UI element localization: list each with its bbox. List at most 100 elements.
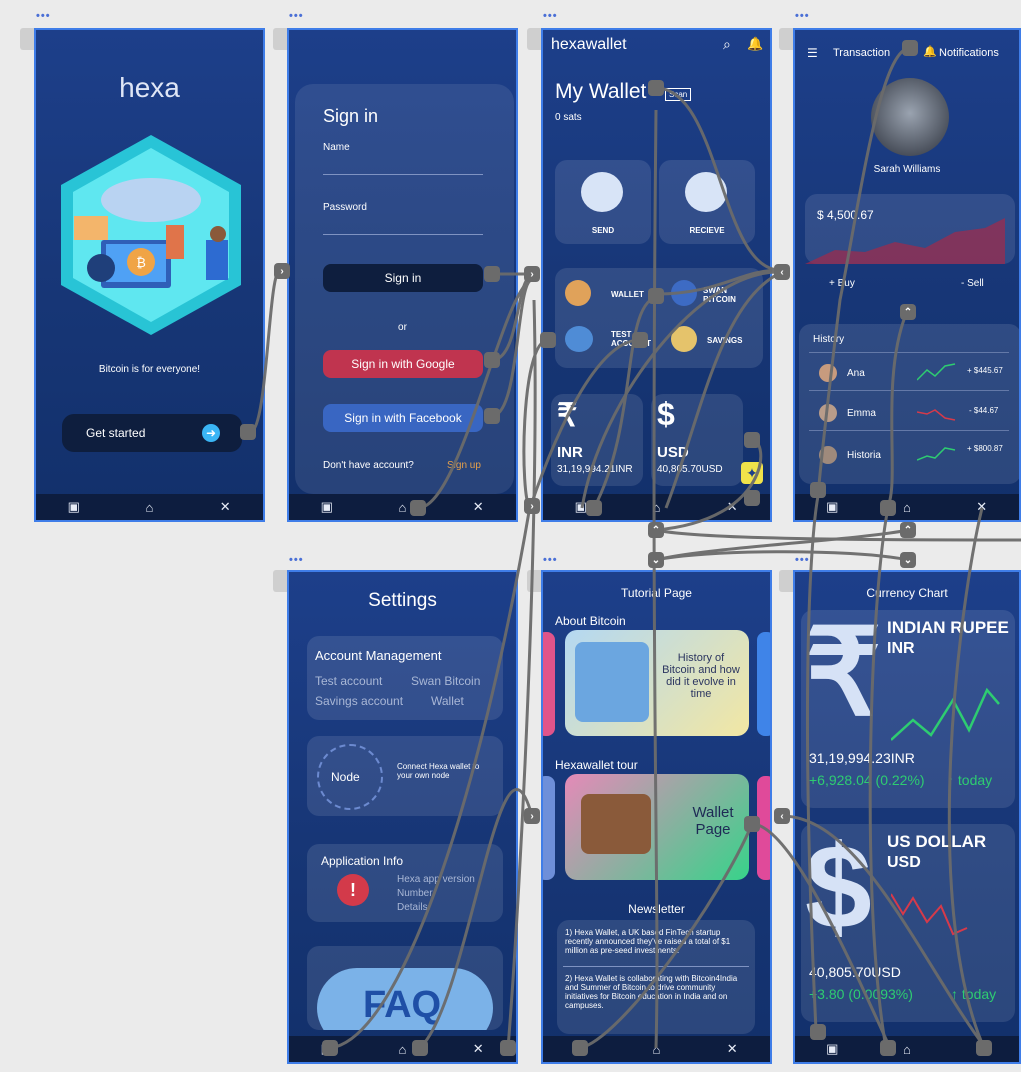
connector-node[interactable] [880,500,896,516]
inr-chart-card[interactable]: ₹ INDIAN RUPEE INR 31,19,994.23INR +6,92… [801,606,1015,808]
tools-icon[interactable]: ✕ [217,499,233,514]
name-input[interactable] [323,174,483,175]
connector-node[interactable] [632,332,648,348]
home-icon[interactable]: ⌂ [394,500,410,515]
menu-swan-bitcoin[interactable]: SWAN BITCOIN [703,286,751,304]
connector-chevron-down-icon[interactable]: ⌄ [648,552,664,568]
wallet-icon[interactable]: ▣ [824,1041,840,1056]
home-icon[interactable]: ⌂ [648,1042,664,1057]
menu-wallet[interactable]: WALLET [611,290,644,299]
frame-handle[interactable]: ••• [795,10,810,22]
connector-arrow-left-icon[interactable]: ‹ [774,808,790,824]
history-title: History [813,334,845,345]
notifications-tab[interactable]: Notifications [939,47,999,59]
connector-arrow-right-icon[interactable]: › [524,808,540,824]
sell-button[interactable]: - Sell [961,278,984,289]
connector-chevron-up-icon[interactable]: ⌃ [900,304,916,320]
swan-bitcoin-link[interactable]: Swan Bitcoin [411,674,480,688]
connector-node[interactable] [484,352,500,368]
connector-node[interactable] [744,816,760,832]
connector-arrow-right-icon[interactable]: › [274,263,290,279]
frame-handle[interactable]: ••• [795,554,810,566]
tools-icon[interactable]: ✕ [974,499,990,514]
signin-button[interactable]: Sign in [323,264,483,292]
wallet-menu-card: WALLET SWAN BITCOIN TEST ACCOUNT SAVINGS [555,268,763,368]
connector-chevron-down-icon[interactable]: ⌄ [900,552,916,568]
menu-savings[interactable]: SAVINGS [707,336,742,345]
frame-handle[interactable]: ••• [289,10,304,22]
test-account-link[interactable]: Test account [315,674,382,688]
home-icon[interactable]: ⌂ [394,1042,410,1057]
tools-icon[interactable]: ✕ [470,1041,486,1056]
wallet-tour-card[interactable]: Wallet Page [565,774,749,880]
savings-account-link[interactable]: Savings account [315,694,403,708]
password-label: Password [323,202,367,213]
connector-arrow-right-icon[interactable]: › [524,266,540,282]
frame-handle[interactable]: ••• [289,554,304,566]
connector-node[interactable] [810,482,826,498]
facebook-signin-button[interactable]: Sign in with Facebook [323,404,483,432]
connector-chevron-up-icon[interactable]: ⌃ [900,522,916,538]
connector-node[interactable] [586,500,602,516]
connector-node[interactable] [322,1040,338,1056]
google-signin-button[interactable]: Sign in with Google [323,350,483,378]
transactions-tab[interactable]: Transaction [833,47,890,59]
usd-chart-card[interactable]: $ US DOLLAR USD 40,805.70USD +3.80 (0.00… [801,820,1015,1022]
frame-handle[interactable]: ••• [543,554,558,566]
faq-card[interactable]: FAQ [307,946,503,1030]
connector-node[interactable] [744,432,760,448]
bell-icon[interactable]: 🔔 [747,36,763,52]
connector-node[interactable] [648,288,664,304]
connector-node[interactable] [410,500,426,516]
connector-node[interactable] [412,1040,428,1056]
home-icon[interactable]: ⌂ [141,500,157,515]
connector-node[interactable] [500,1040,516,1056]
home-icon[interactable]: ⌂ [648,500,664,515]
signup-link[interactable]: Sign up [447,460,481,471]
currency-card-usd[interactable]: $ USD 40,805.70USD [651,394,743,486]
savings-icon [671,326,697,352]
bottom-nav: ▣ ⌂ ✕ [36,494,263,520]
bell-icon[interactable]: 🔔 [923,45,937,58]
send-card[interactable]: SEND [555,160,651,244]
tools-icon[interactable]: ✕ [724,499,740,514]
connector-chevron-up-icon[interactable]: ⌃ [648,522,664,538]
get-started-button[interactable]: Get started ➜ [62,414,242,452]
connector-arrow-left-icon[interactable]: ‹ [774,264,790,280]
connector-node[interactable] [484,266,500,282]
wallet-icon[interactable]: ▣ [319,499,335,514]
connector-node[interactable] [540,332,556,348]
connector-node[interactable] [648,80,664,96]
home-icon[interactable]: ⌂ [899,1042,915,1057]
currency-card-inr[interactable]: ₹ INR 31,19,994.21INR [551,394,643,486]
search-icon[interactable]: ⌕ [723,36,731,53]
connector-node[interactable] [810,1024,826,1040]
connector-node[interactable] [240,424,256,440]
password-input[interactable] [323,234,483,235]
scan-button[interactable]: Scan [665,88,692,101]
tour-title: Hexawallet tour [555,758,638,772]
wire [655,550,909,562]
tools-icon[interactable]: ✕ [470,499,486,514]
wallet-icon[interactable]: ▣ [66,499,82,514]
connector-node[interactable] [484,408,500,424]
connector-node[interactable] [880,1040,896,1056]
tools-icon[interactable]: ✕ [724,1041,740,1056]
connector-arrow-right-icon[interactable]: › [524,498,540,514]
connector-node[interactable] [902,40,918,56]
wallet-link[interactable]: Wallet [431,694,464,708]
frame-handle[interactable]: ••• [36,10,51,22]
about-bitcoin-card[interactable]: History of Bitcoin and how did it evolve… [565,630,749,736]
buy-button[interactable]: + Buy [829,278,855,289]
connector-node[interactable] [572,1040,588,1056]
home-icon[interactable]: ⌂ [899,500,915,515]
sparkle-icon[interactable]: ✦ [741,462,763,484]
currency-code: INR [887,640,915,657]
frame-handle[interactable]: ••• [543,10,558,22]
receive-card[interactable]: RECIEVE [659,160,755,244]
connector-node[interactable] [744,490,760,506]
wallet-icon[interactable]: ▣ [824,499,840,514]
node-card[interactable]: Node Connect Hexa wallet to your own nod… [307,736,503,816]
connector-node[interactable] [976,1040,992,1056]
filter-icon[interactable]: ☰ [807,46,818,60]
